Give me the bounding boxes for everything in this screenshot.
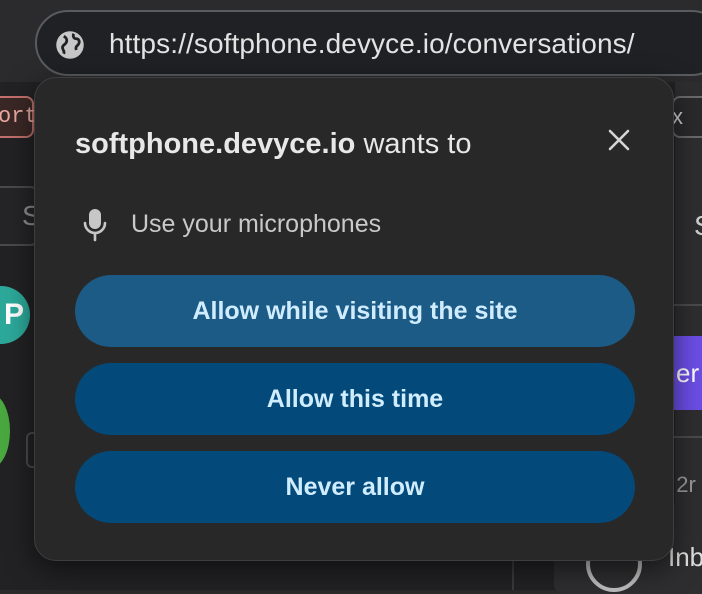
inbox-label: Inb [668,542,702,572]
permission-dialog: softphone.devyce.io wants to Use your mi… [34,77,674,561]
microphone-icon [83,209,107,242]
permission-row: Use your microphones [75,204,381,244]
never-allow-button[interactable]: Never allow [75,451,635,523]
title-suffix: wants to [363,128,472,160]
url-text: https://softphone.devyce.io/conversation… [109,28,635,59]
address-bar[interactable]: https://softphone.devyce.io/conversation… [35,10,702,76]
globe-icon [56,31,84,59]
close-icon[interactable] [603,124,635,156]
status-tag: ort [0,96,38,138]
panel-heading: S [694,210,702,242]
site-name: softphone.devyce.io [75,128,356,160]
allow-this-time-button[interactable]: Allow this time [75,363,635,435]
dialog-title: softphone.devyce.io wants to [75,128,471,161]
allow-while-visiting-button[interactable]: Allow while visiting the site [75,275,635,347]
permission-text: Use your microphones [131,209,382,238]
browser-toolbar: https://softphone.devyce.io/conversation… [0,0,702,82]
